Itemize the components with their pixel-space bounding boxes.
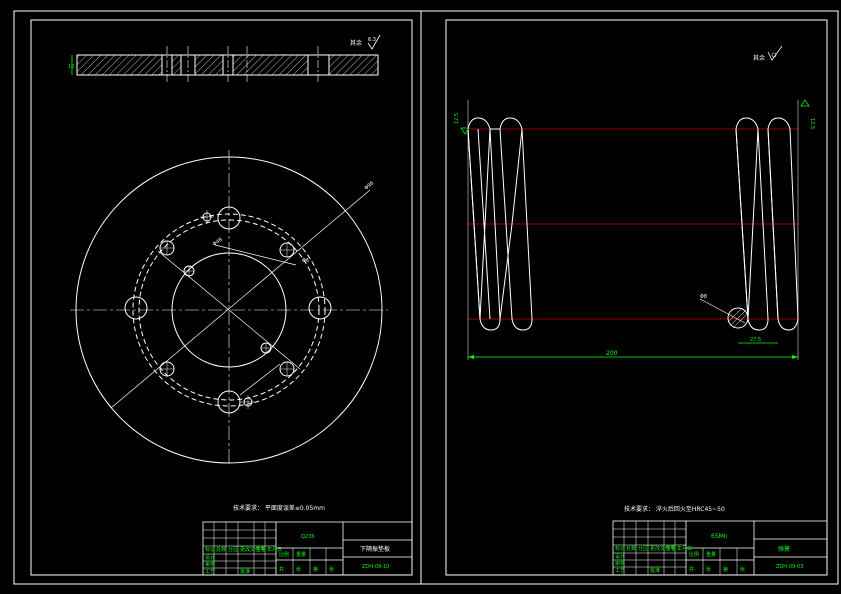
svg-text:Φ96: Φ96 (363, 180, 375, 191)
right-tech-note: 技术要求： 淬火后回火至HRC45~50 (624, 505, 725, 513)
svg-text:分区: 分区 (228, 546, 238, 553)
cad-drawing-canvas: 10 其余 6.3 Φ96 Φ48 Φ6 技术要求： 平面度误差≤0.05mm … (13, 10, 839, 585)
svg-text:张: 张 (740, 566, 745, 573)
svg-text:工艺: 工艺 (615, 568, 625, 574)
spring-pitch-dim: 27.5 (750, 337, 761, 343)
right-material: 65Mn (711, 533, 728, 540)
svg-text:共: 共 (279, 566, 284, 573)
plate-plan-view (70, 150, 388, 466)
svg-text:设计: 设计 (205, 554, 215, 561)
hole-right (308, 296, 332, 320)
right-sheet-outer-border (420, 10, 839, 585)
svg-text:6.3: 6.3 (368, 37, 376, 43)
svg-text:批准: 批准 (240, 568, 250, 575)
svg-text:比例: 比例 (279, 551, 289, 558)
right-drawing-no: ZDH-09-03 (776, 564, 803, 570)
svg-text:审核: 审核 (615, 560, 625, 567)
left-part-name: 下隔振垫板 (360, 545, 390, 553)
left-roughness-symbol: 其余 6.3 (350, 34, 381, 50)
svg-text:签名: 签名 (666, 545, 676, 552)
svg-text:第: 第 (313, 566, 318, 573)
svg-text:标记: 标记 (205, 546, 215, 553)
left-tech-note: 技术要求： 平面度误差≤0.05mm (233, 504, 325, 512)
section-thickness-label: 10 (68, 64, 74, 70)
svg-text:重量: 重量 (296, 551, 306, 558)
hole-left (124, 296, 148, 320)
svg-text:其余: 其余 (753, 54, 765, 62)
svg-text:比例: 比例 (689, 551, 699, 558)
svg-text:其余: 其余 (350, 39, 362, 47)
plate-section-view: 10 (68, 46, 379, 84)
svg-text:签名: 签名 (256, 546, 266, 553)
svg-text:重量: 重量 (706, 551, 716, 558)
left-sheet-inner-border (30, 19, 413, 576)
left-sheet-outer-border (13, 10, 422, 585)
svg-text:处数: 处数 (626, 545, 636, 552)
spring-length-dim: 200 (606, 350, 618, 357)
left-material: Q235 (301, 534, 314, 540)
right-part-name: 弹簧 (778, 545, 790, 553)
svg-text:Φ6: Φ6 (302, 258, 309, 264)
spring-reference-lines (468, 128, 798, 320)
left-end-roughness: 12.5 (454, 113, 460, 124)
svg-text:审核: 审核 (205, 561, 215, 568)
svg-text:张: 张 (329, 566, 334, 573)
svg-text:共: 共 (689, 566, 694, 573)
svg-text:标记: 标记 (615, 545, 625, 552)
wire-diameter-label: Φ8 (700, 294, 707, 300)
svg-text:张: 张 (296, 566, 301, 573)
right-roughness-symbol: 其余 (753, 45, 783, 62)
spring-dimensions: 200 27.5 Φ8 12.5 12.5 (454, 99, 815, 360)
svg-text:张: 张 (706, 566, 711, 573)
svg-text:年月日: 年月日 (677, 545, 692, 552)
svg-text:分区: 分区 (638, 545, 648, 552)
svg-text:工艺: 工艺 (205, 569, 215, 575)
svg-text:第: 第 (723, 566, 728, 573)
svg-text:处数: 处数 (216, 546, 226, 553)
left-drawing-no: ZDH-09-10 (362, 564, 389, 570)
right-end-roughness: 12.5 (809, 118, 815, 129)
svg-text:设计: 设计 (615, 553, 625, 560)
svg-text:批准: 批准 (650, 567, 660, 574)
